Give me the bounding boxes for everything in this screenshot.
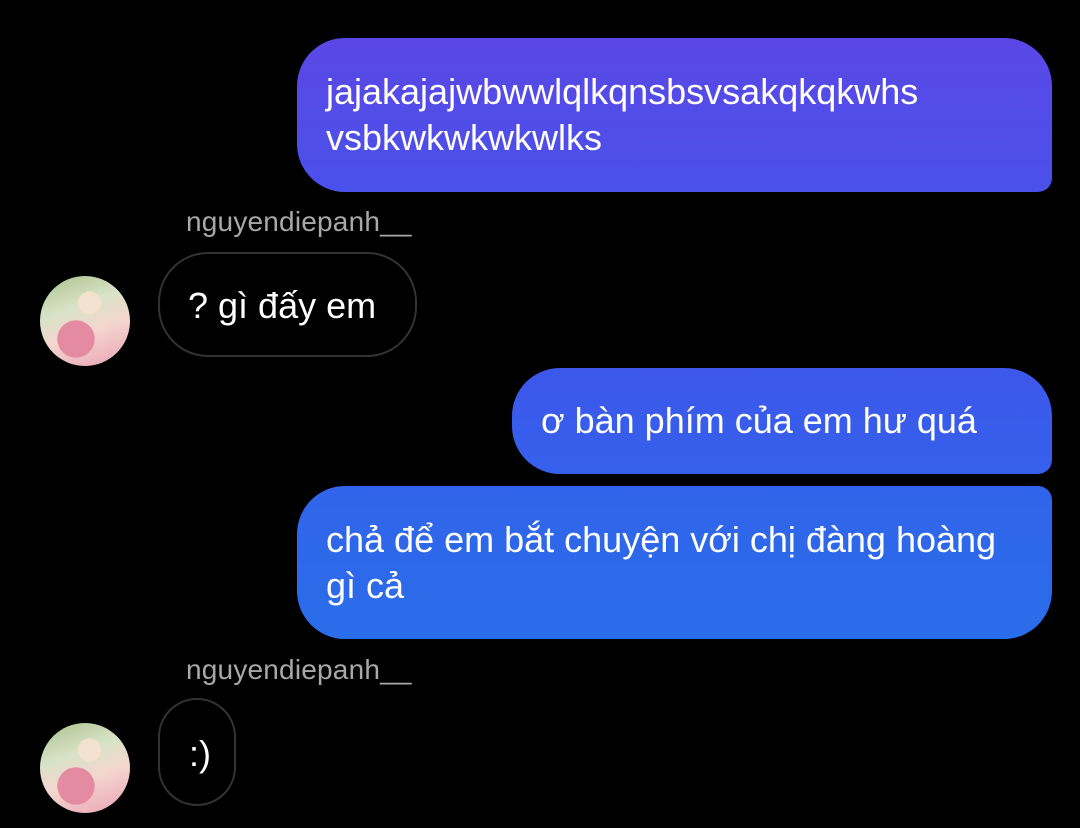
received-message-bubble[interactable]: :) [158, 698, 236, 806]
message-text: ? gì đấy em [188, 285, 377, 326]
message-text: chả để em bắt chuyện với chị đàng hoàng … [326, 519, 997, 606]
profile-avatar[interactable] [40, 276, 130, 366]
received-message-bubble[interactable]: ? gì đấy em [158, 252, 417, 357]
profile-avatar[interactable] [40, 723, 130, 813]
sent-message-bubble[interactable]: jajakajajwbwwlqlkqnsbsvsakqkqkwhs vsbkwk… [297, 38, 1052, 192]
message-text: :) [189, 733, 211, 774]
message-text: jajakajajwbwwlqlkqnsbsvsakqkqkwhs vsbkwk… [326, 71, 919, 158]
sent-message-bubble[interactable]: ơ bàn phím của em hư quá [512, 368, 1052, 474]
sender-name[interactable]: nguyendiepanh__ [186, 206, 412, 238]
sent-message-bubble[interactable]: chả để em bắt chuyện với chị đàng hoàng … [297, 486, 1052, 639]
message-text: ơ bàn phím của em hư quá [541, 400, 977, 441]
sender-name[interactable]: nguyendiepanh__ [186, 654, 412, 686]
